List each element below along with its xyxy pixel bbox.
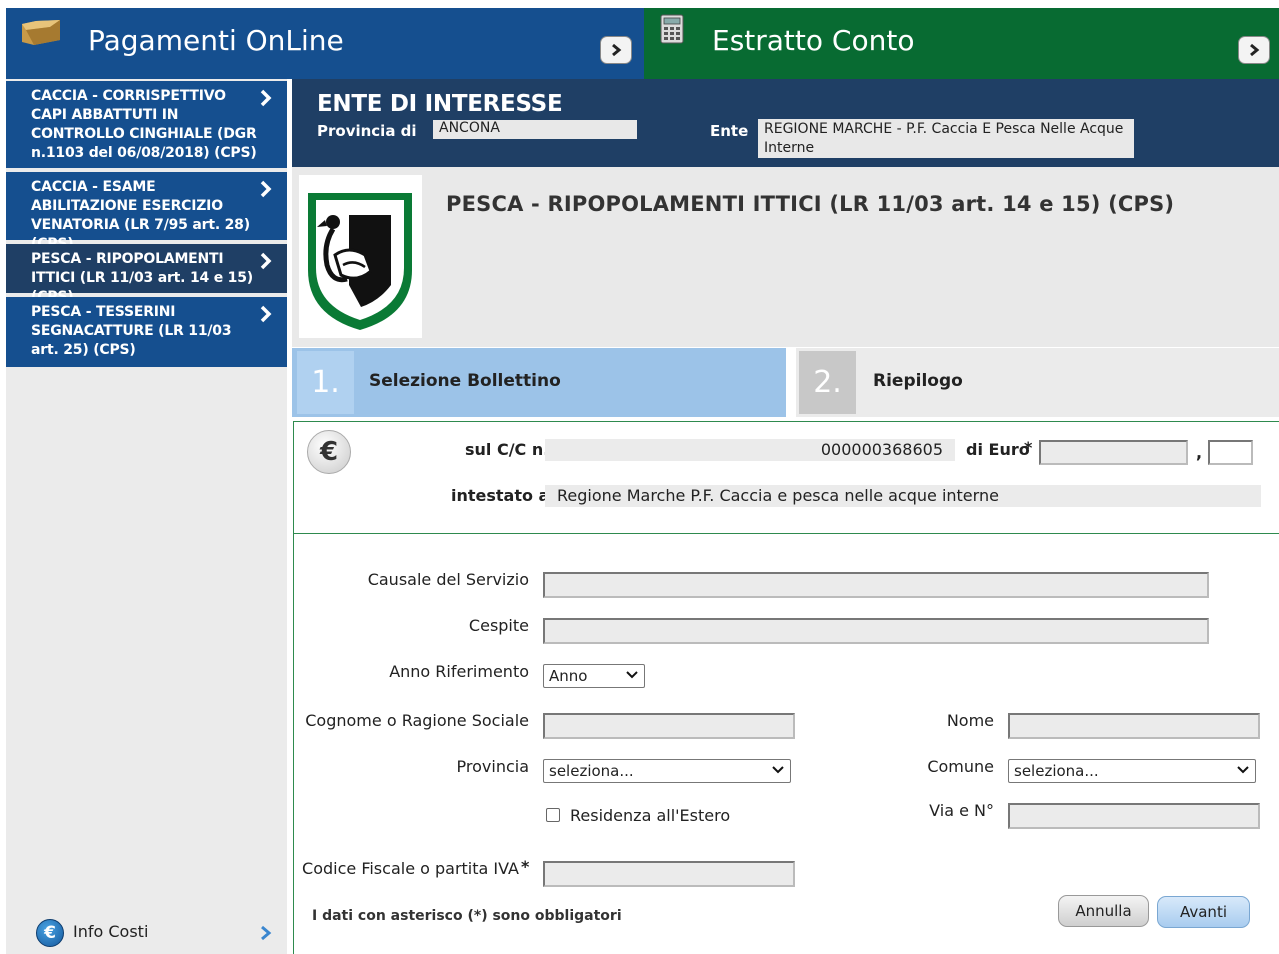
cc-label: sul C/C n. <box>465 440 550 459</box>
euro-integer-input[interactable] <box>1039 440 1188 465</box>
info-costi-link[interactable]: € Info Costi <box>34 917 279 947</box>
intestato-label: intestato a: <box>451 486 556 505</box>
calculator-icon <box>660 14 684 44</box>
anno-select[interactable]: Anno <box>543 664 645 688</box>
pagamenti-online-header[interactable]: Pagamenti OnLine <box>6 8 644 79</box>
cc-number-field: 000000368605 <box>545 439 955 461</box>
step-riepilogo: 2. Riepilogo <box>796 348 1279 417</box>
step-selezione-bollettino: 1. Selezione Bollettino <box>292 348 786 417</box>
sidebar-item-caccia-esame[interactable]: CACCIA - ESAME ABILITAZIONE ESERCIZIO VE… <box>6 172 287 252</box>
step-label: Selezione Bollettino <box>369 371 561 391</box>
provincia-label: Provincia di <box>317 122 417 140</box>
sidebar-item-pesca-ripopolamenti[interactable]: PESCA - RIPOPOLAMENTI ITTICI (LR 11/03 a… <box>6 244 287 305</box>
chevron-right-icon <box>260 89 272 107</box>
ente-value: REGIONE MARCHE - P.F. Caccia E Pesca Nel… <box>758 119 1134 158</box>
chevron-right-icon <box>260 305 272 323</box>
nome-label: Nome <box>946 711 994 730</box>
nome-input[interactable] <box>1008 713 1260 739</box>
info-costi-label: Info Costi <box>73 922 149 941</box>
ente-label: Ente <box>710 122 749 140</box>
causale-input[interactable] <box>543 572 1209 598</box>
codice-fiscale-required-mark: * <box>521 857 530 876</box>
avanti-button[interactable]: Avanti <box>1157 896 1250 928</box>
cognome-input[interactable] <box>543 713 795 739</box>
sidebar-item-label: CACCIA - CORRISPETTIVO CAPI ABBATTUTI IN… <box>31 88 257 161</box>
sidebar-item-label: PESCA - TESSERINI SEGNACATTURE (LR 11/03… <box>31 304 232 358</box>
residenza-estero-label: Residenza all'Estero <box>570 806 731 825</box>
chevron-right-icon <box>261 925 272 941</box>
euro-icon: € <box>36 919 64 947</box>
pagamenti-online-arrow-button[interactable] <box>600 36 632 64</box>
anno-label: Anno Riferimento <box>389 662 529 681</box>
chevron-down-icon <box>1237 766 1249 774</box>
provincia-value: ANCONA <box>433 120 637 139</box>
comune-select[interactable]: seleziona... <box>1008 759 1256 783</box>
estratto-conto-arrow-button[interactable] <box>1238 36 1270 64</box>
euro-label: di Euro <box>966 440 1030 459</box>
via-input[interactable] <box>1008 803 1260 829</box>
chevron-down-icon <box>626 671 638 679</box>
euro-required-mark: * <box>1024 438 1033 457</box>
estratto-conto-title: Estratto Conto <box>712 24 915 57</box>
euro-decimal-input[interactable] <box>1208 440 1253 465</box>
form-border <box>293 534 294 954</box>
chevron-right-icon <box>1250 43 1260 57</box>
decimal-separator: , <box>1196 443 1203 462</box>
ente-title: ENTE DI INTERESSE <box>317 91 563 117</box>
chevron-down-icon <box>772 766 784 774</box>
provincia-select-value: seleziona... <box>549 762 634 780</box>
annulla-button[interactable]: Annulla <box>1058 895 1149 927</box>
sidebar-item-label: CACCIA - ESAME ABILITAZIONE ESERCIZIO VE… <box>31 179 250 252</box>
codice-fiscale-label: Codice Fiscale o partita IVA <box>302 859 519 878</box>
step-number: 2. <box>799 351 856 414</box>
sidebar: CACCIA - CORRISPETTIVO CAPI ABBATTUTI IN… <box>6 79 287 954</box>
step-label: Riepilogo <box>873 371 963 391</box>
provincia-form-label: Provincia <box>456 757 529 776</box>
service-banner: PESCA - RIPOPOLAMENTI ITTICI (LR 11/03 a… <box>292 167 1279 347</box>
residenza-estero-checkbox[interactable] <box>546 808 560 822</box>
step-number: 1. <box>297 351 354 414</box>
causale-label: Causale del Servizio <box>367 570 529 589</box>
provincia-select[interactable]: seleziona... <box>543 759 791 783</box>
bollettino-box: € <box>293 421 1279 534</box>
service-title: PESCA - RIPOPOLAMENTI ITTICI (LR 11/03 a… <box>446 192 1175 216</box>
estratto-conto-header[interactable]: Estratto Conto <box>644 8 1279 79</box>
comune-select-value: seleziona... <box>1014 762 1099 780</box>
anno-select-value: Anno <box>549 667 588 685</box>
intestato-field: Regione Marche P.F. Caccia e pesca nelle… <box>545 485 1261 507</box>
chevron-right-icon <box>260 252 272 270</box>
sidebar-item-pesca-tesserini[interactable]: PESCA - TESSERINI SEGNACATTURE (LR 11/03… <box>6 297 287 367</box>
sidebar-item-caccia-corrispettivo[interactable]: CACCIA - CORRISPETTIVO CAPI ABBATTUTI IN… <box>6 81 287 168</box>
chevron-right-icon <box>612 43 622 57</box>
cognome-label: Cognome o Ragione Sociale <box>305 711 529 730</box>
chevron-right-icon <box>260 180 272 198</box>
pagamenti-online-title: Pagamenti OnLine <box>88 24 344 57</box>
folder-icon <box>20 18 64 46</box>
cespite-label: Cespite <box>468 616 529 635</box>
cespite-input[interactable] <box>543 618 1209 644</box>
ente-section: ENTE DI INTERESSE Provincia di ANCONA En… <box>292 79 1279 167</box>
required-fields-note: I dati con asterisco (*) sono obbligator… <box>312 908 622 924</box>
comune-label: Comune <box>927 757 994 776</box>
regione-marche-logo <box>299 175 422 338</box>
via-label: Via e N° <box>929 801 994 820</box>
codice-fiscale-input[interactable] <box>543 861 795 887</box>
euro-icon: € <box>307 430 351 474</box>
